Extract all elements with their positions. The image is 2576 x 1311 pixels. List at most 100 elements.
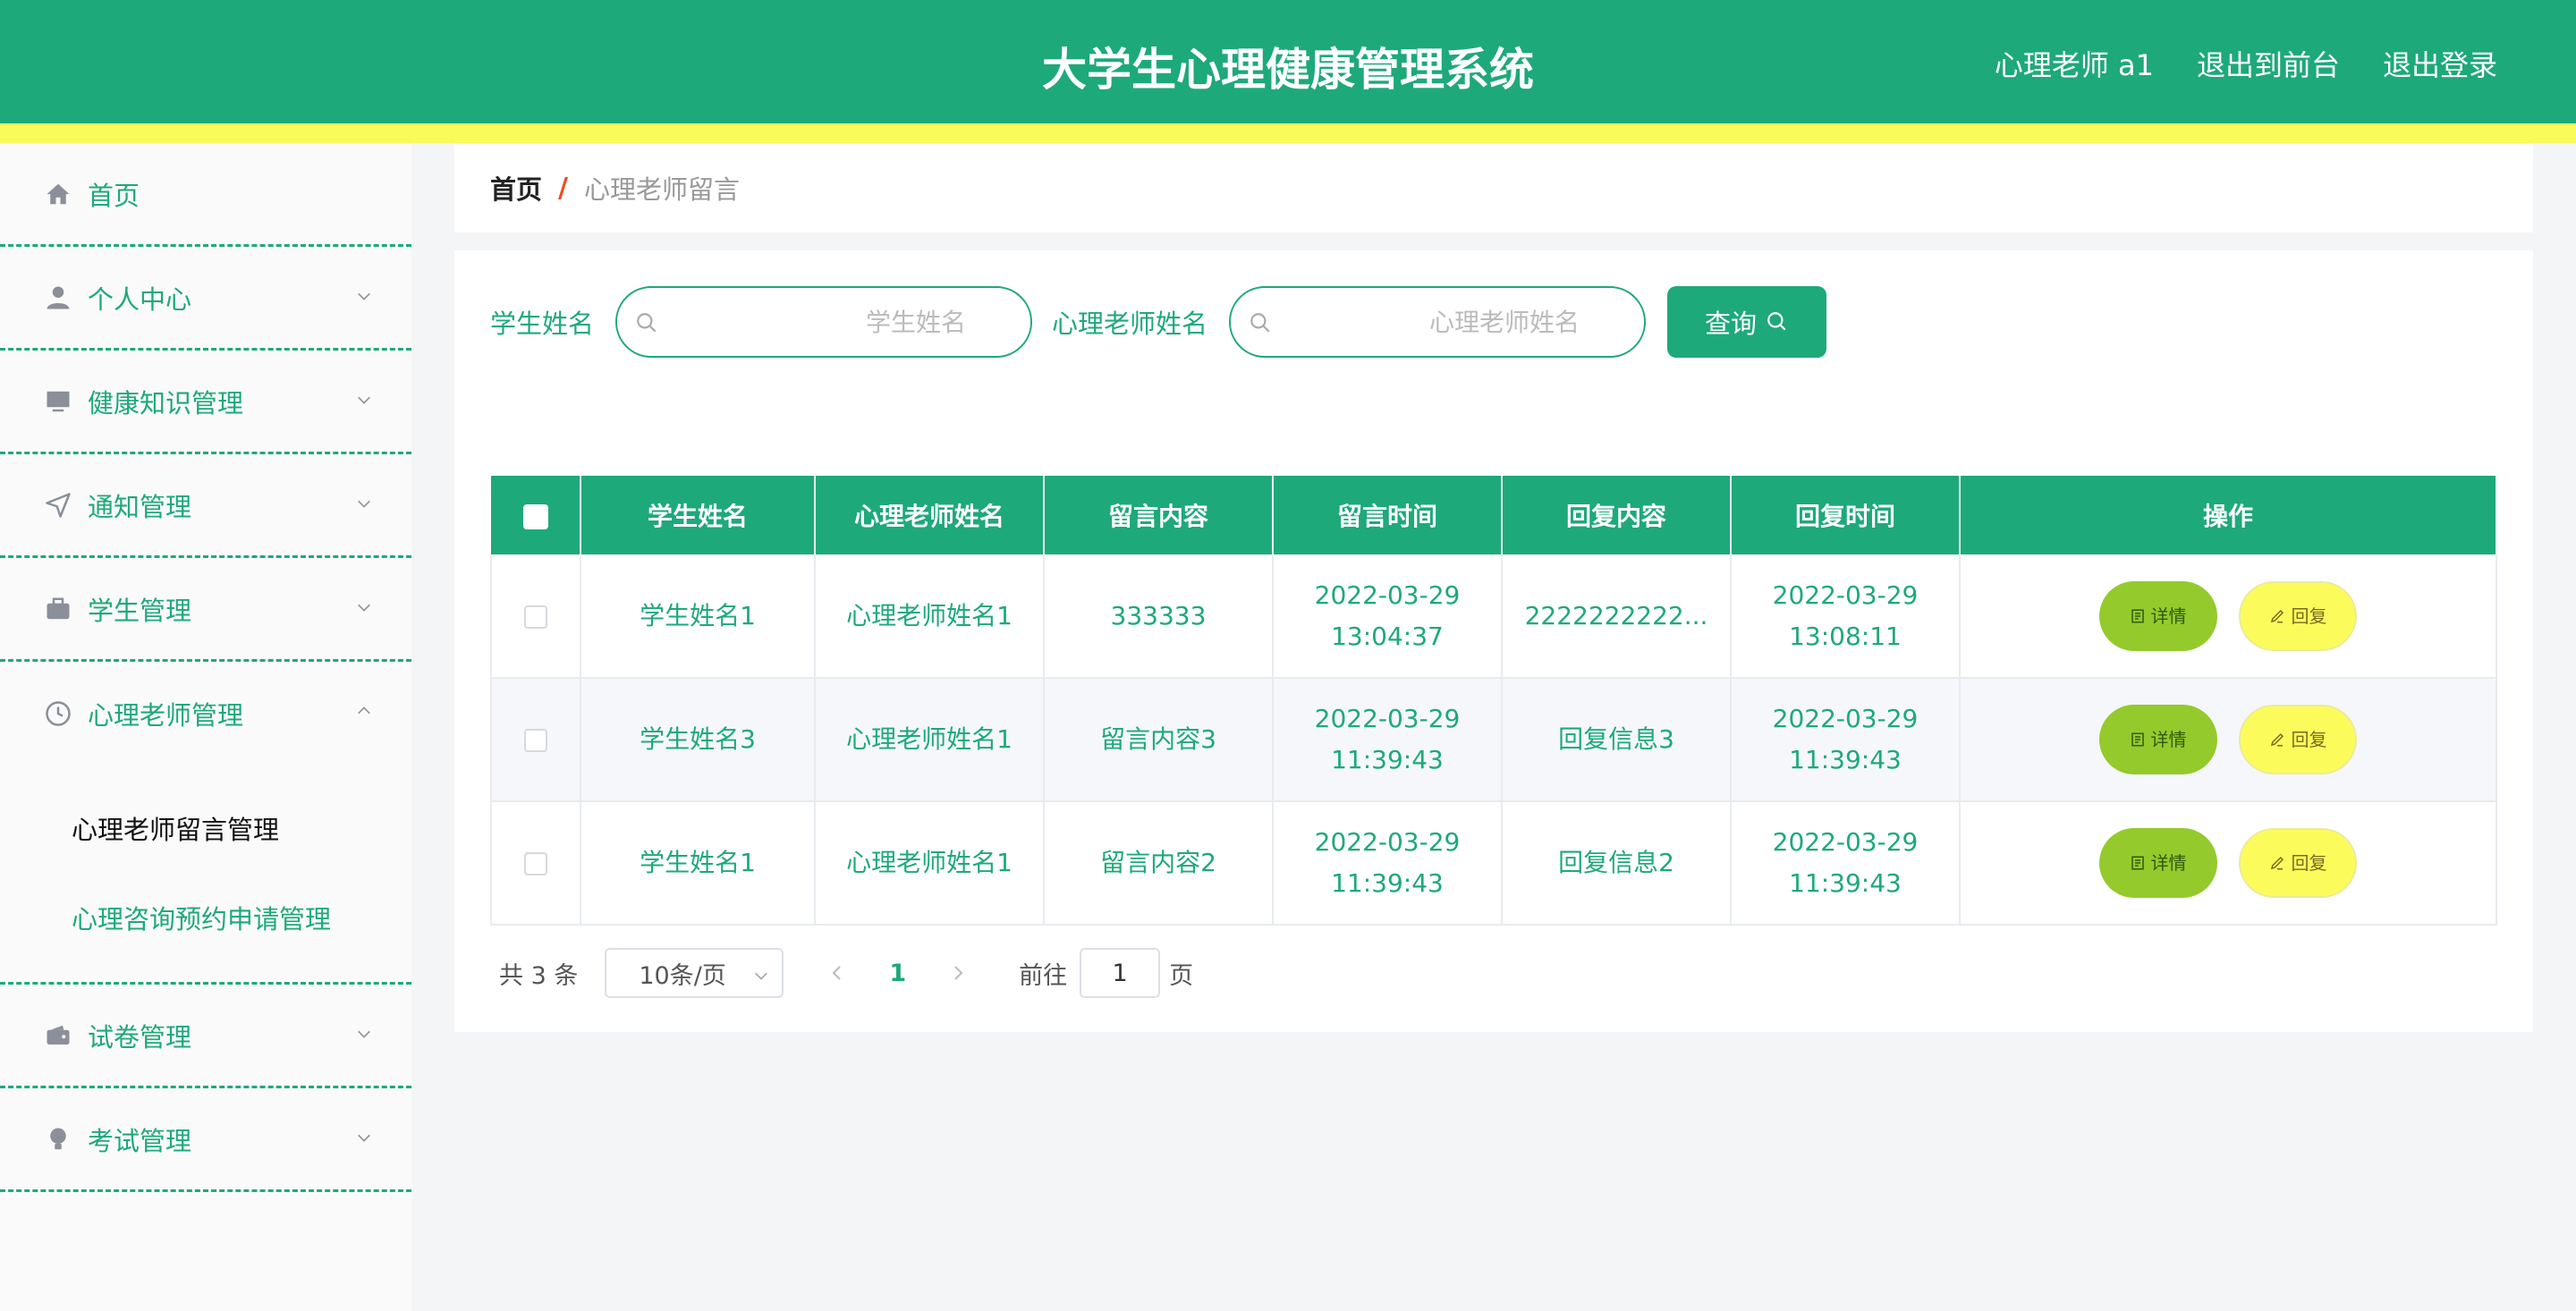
sidebar-item-teachers[interactable]: 心理老师管理 [0,662,411,765]
select-all-checkbox[interactable] [522,503,548,529]
bulb-icon [43,1124,73,1155]
submenu-item-consult-appointments[interactable]: 心理咨询预约申请管理 [0,873,411,962]
sidebar-item-label: 健康知识管理 [88,387,244,419]
clock-icon [43,698,73,729]
pagination-total: 共 3 条 [499,961,579,990]
chevron-up-icon [358,706,370,715]
chevron-down-icon [358,1030,370,1038]
sidebar-item-profile[interactable]: 个人中心 [0,247,411,351]
submenu-item-teacher-messages[interactable]: 心理老师留言管理 [0,783,411,873]
reply-button[interactable]: 回复 [2239,828,2358,898]
monitor-icon [43,386,73,417]
reply-button[interactable]: 回复 [2239,580,2358,651]
send-icon [43,490,73,520]
edit-icon [2271,609,2284,622]
sidebar-item-exams[interactable]: 考试管理 [0,1088,411,1192]
cell-time: 2022-03-29 11:39:43 [1273,678,1503,802]
sidebar-item-label: 心理老师管理 [88,700,244,731]
chevron-down-icon [755,972,768,980]
cell-student: 学生姓名1 [580,554,816,679]
column-header: 学生姓名 [580,476,816,554]
search-icon [1250,313,1270,333]
select-all-cell [491,476,581,554]
wallet-icon [43,1020,73,1051]
reply-button-label: 回复 [2291,605,2327,627]
sidebar-item-label: 试卷管理 [88,1021,192,1053]
student-name-input[interactable] [671,288,1012,356]
edit-icon [2271,856,2284,870]
sidebar-item-label: 首页 [88,180,140,211]
cell-content: 留言内容3 [1044,678,1274,802]
cell-reply-time: 2022-03-29 11:39:43 [1731,678,1961,802]
teacher-name-input[interactable] [1284,288,1625,356]
header-accent-stripe [0,123,2576,143]
cell-reply: 2222222222... [1502,554,1732,679]
sidebar-item-papers[interactable]: 试卷管理 [0,985,411,1088]
chevron-left-icon [832,966,842,980]
home-icon [43,179,73,209]
prev-page-button[interactable] [819,964,855,982]
table-header-row: 学生姓名 心理老师姓名 留言内容 留言时间 回复内容 回复时间 操作 [491,476,2497,554]
user-icon [43,283,73,313]
detail-button-label: 详情 [2150,729,2187,750]
sidebar-item-notices[interactable]: 通知管理 [0,454,411,558]
query-button[interactable]: 查询 [1667,286,1827,358]
sidebar-item-students[interactable]: 学生管理 [0,558,411,662]
detail-button[interactable]: 详情 [2098,828,2217,898]
top-header: 大学生心理健康管理系统 心理老师 a1 退出到前台 退出登录 [0,0,2576,123]
exit-to-front-link[interactable]: 退出到前台 [2197,43,2340,84]
page-number-current[interactable]: 1 [889,960,906,987]
cell-content: 333333 [1044,554,1274,679]
cell-actions: 详情 回复 [1960,678,2497,802]
breadcrumb-separator: / [558,172,568,204]
chevron-down-icon [358,396,370,404]
row-checkbox[interactable] [524,605,547,629]
cell-teacher: 心理老师姓名1 [815,678,1045,802]
row-checkbox[interactable] [524,729,547,752]
cell-actions: 详情 回复 [1960,554,2497,679]
main-content: 学生姓名 心理老师姓名 查询 学生姓名 心理老师姓名 留言内容 留言时间 回复内 [454,250,2533,1032]
sidebar-item-label: 学生管理 [88,595,192,626]
detail-button[interactable]: 详情 [2098,705,2217,774]
reply-button-label: 回复 [2291,729,2327,750]
next-page-button[interactable] [940,964,976,982]
cell-student: 学生姓名1 [580,801,816,926]
detail-button-label: 详情 [2150,852,2187,874]
cell-reply-time: 2022-03-29 11:39:43 [1731,801,1961,926]
cell-time: 2022-03-29 11:39:43 [1273,801,1503,926]
column-header: 留言内容 [1044,476,1274,554]
edit-icon [2271,732,2284,747]
cell-time: 2022-03-29 13:04:37 [1273,554,1503,679]
column-header: 心理老师姓名 [815,476,1045,554]
row-checkbox[interactable] [524,852,547,875]
column-header: 操作 [1960,476,2497,554]
detail-button-label: 详情 [2150,605,2187,627]
chevron-down-icon [358,604,370,612]
cell-reply-time: 2022-03-29 13:08:11 [1731,554,1961,679]
page-suffix-label: 页 [1169,961,1194,990]
student-name-search [615,286,1033,358]
sidebar-item-label: 个人中心 [88,283,192,315]
reply-button-label: 回复 [2291,852,2327,874]
detail-button[interactable]: 详情 [2098,580,2217,651]
sidebar-item-label: 通知管理 [88,491,192,522]
cell-teacher: 心理老师姓名1 [815,801,1045,926]
column-header: 留言时间 [1273,476,1503,554]
teacher-name-label: 心理老师姓名 [1052,309,1208,339]
briefcase-icon [43,594,73,624]
reply-button[interactable]: 回复 [2239,705,2358,774]
page-size-select[interactable]: 10条/页 [605,948,784,998]
chevron-down-icon [358,500,370,508]
document-icon [2131,732,2144,747]
breadcrumb-home[interactable]: 首页 [490,169,542,207]
table-row: 学生姓名1 心理老师姓名1 333333 2022-03-29 13:04:37… [490,554,2497,679]
goto-page-input[interactable] [1080,948,1161,998]
document-icon [2131,856,2144,870]
sidebar-item-home[interactable]: 首页 [0,143,411,247]
logout-link[interactable]: 退出登录 [2383,43,2497,84]
sidebar-item-health-knowledge[interactable]: 健康知识管理 [0,351,411,454]
table-row: 学生姓名3 心理老师姓名1 留言内容3 2022-03-29 11:39:43 … [490,678,2497,802]
current-user[interactable]: 心理老师 a1 [1995,43,2154,84]
cell-student: 学生姓名3 [580,678,816,802]
chevron-right-icon [954,966,963,980]
